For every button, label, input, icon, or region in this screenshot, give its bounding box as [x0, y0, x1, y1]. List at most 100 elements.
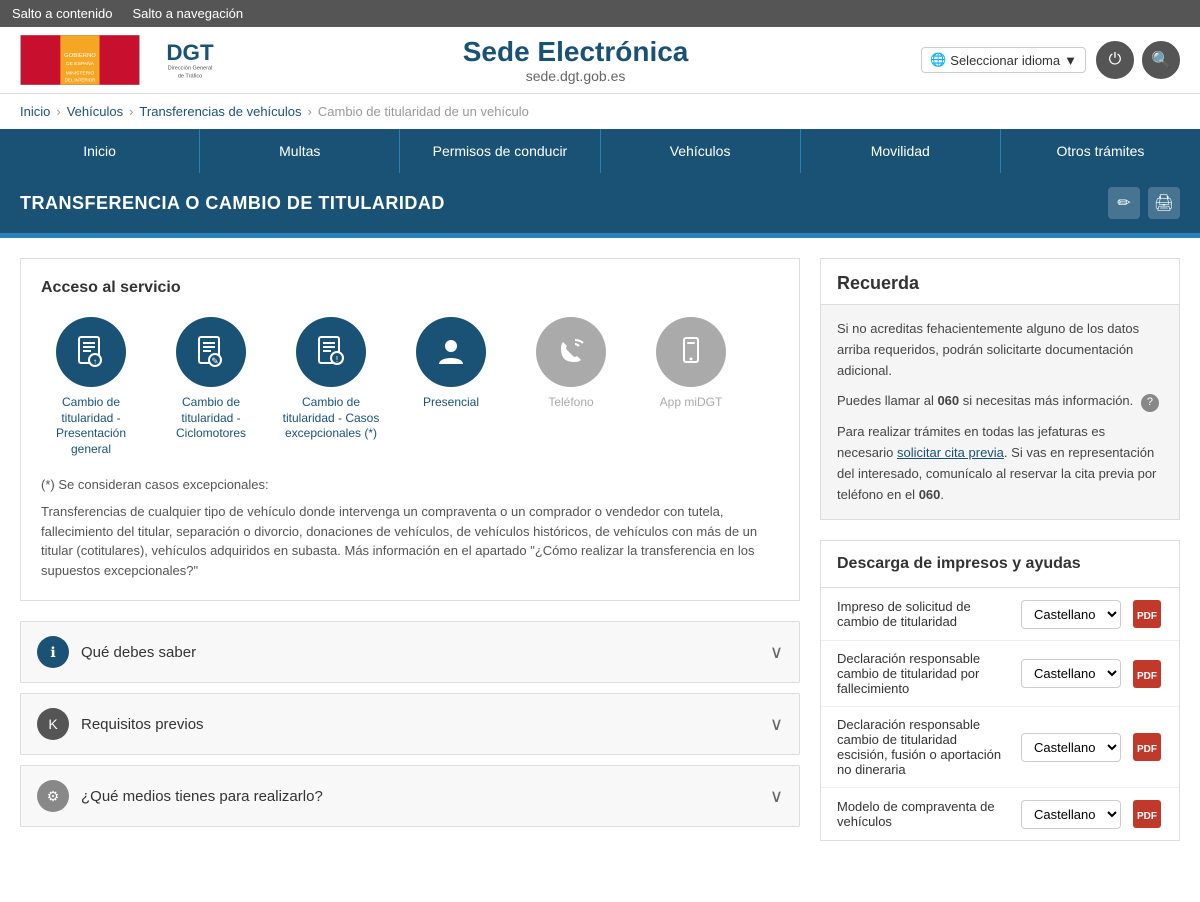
- breadcrumb-vehiculos[interactable]: Vehículos: [67, 104, 123, 119]
- skip-to-nav[interactable]: Salto a navegación: [132, 6, 243, 21]
- left-column: Acceso al servicio ↑ Cambio de titularid…: [20, 258, 800, 841]
- recuerda-card: Recuerda Si no acreditas fehacientemente…: [820, 258, 1180, 520]
- breadcrumb-transferencias[interactable]: Transferencias de vehículos: [139, 104, 301, 119]
- descarga-select-1[interactable]: Castellano: [1021, 600, 1121, 629]
- pdf-download-3[interactable]: PDF: [1131, 731, 1163, 763]
- descarga-card: Descarga de impresos y ayudas Impreso de…: [820, 540, 1180, 841]
- accordion-requisitos: K Requisitos previos ∨: [20, 693, 800, 755]
- descarga-label-4: Modelo de compraventa de vehículos: [837, 799, 1011, 829]
- svg-text:GOBIERNO: GOBIERNO: [64, 53, 96, 59]
- label-excepcionales: Cambio de titularidad - Casos excepciona…: [281, 395, 381, 442]
- service-icon-presencial[interactable]: Presencial: [401, 317, 501, 457]
- svg-text:de Tráfico: de Tráfico: [178, 74, 203, 80]
- nav-permisos[interactable]: Permisos de conducir: [400, 129, 600, 173]
- descarga-select-2[interactable]: Castellano: [1021, 659, 1121, 688]
- icon-circle-telefono: [536, 317, 606, 387]
- print-button[interactable]: 🖨: [1148, 187, 1180, 219]
- chevron-down-icon-3: ∨: [770, 786, 783, 807]
- header-icon-buttons: ⏻ 🔍: [1096, 41, 1180, 79]
- google-translate-icon: 🌐: [930, 52, 946, 68]
- descarga-row-3: Declaración responsable cambio de titula…: [821, 707, 1179, 788]
- descarga-label-3: Declaración responsable cambio de titula…: [837, 717, 1011, 777]
- service-icon-excepcionales[interactable]: ! Cambio de titularidad - Casos excepcio…: [281, 317, 381, 457]
- pdf-download-1[interactable]: PDF: [1131, 598, 1163, 630]
- language-selector[interactable]: 🌐 Seleccionar idioma ▼: [921, 47, 1086, 73]
- skip-links: Salto a contenido Salto a navegación: [0, 0, 1200, 27]
- help-icon[interactable]: ?: [1141, 394, 1159, 412]
- nav-vehiculos[interactable]: Vehículos: [601, 129, 801, 173]
- recuerda-num-060-1: 060: [937, 393, 959, 408]
- recuerda-content: Si no acreditas fehacientemente alguno d…: [821, 304, 1179, 519]
- sede-url: sede.dgt.gob.es: [250, 68, 901, 84]
- recuerda-p1: Si no acreditas fehacientemente alguno d…: [837, 319, 1163, 381]
- icon-circle-presencial: [416, 317, 486, 387]
- service-icon-presentacion[interactable]: ↑ Cambio de titularidad - Presentación g…: [41, 317, 141, 457]
- svg-text:PDF: PDF: [1137, 744, 1157, 755]
- skip-to-content[interactable]: Salto a contenido: [12, 6, 112, 21]
- recuerda-p3: Para realizar trámites en todas las jefa…: [837, 422, 1163, 505]
- edit-button[interactable]: ✏: [1108, 187, 1140, 219]
- service-access-title: Acceso al servicio: [41, 279, 779, 297]
- descarga-label-2: Declaración responsable cambio de titula…: [837, 651, 1011, 696]
- service-icon-midgt[interactable]: App miDGT: [641, 317, 741, 457]
- nav-inicio[interactable]: Inicio: [0, 129, 200, 173]
- page-title-icons: ✏ 🖨: [1108, 187, 1180, 219]
- service-icon-telefono[interactable]: Teléfono: [521, 317, 621, 457]
- breadcrumb-sep-1: ›: [56, 104, 60, 119]
- label-presencial: Presencial: [423, 395, 479, 411]
- service-icon-ciclomotores[interactable]: ✎ Cambio de titularidad - Ciclomotores: [161, 317, 261, 457]
- breadcrumb-current: Cambio de titularidad de un vehículo: [318, 104, 529, 119]
- service-icons-grid: ↑ Cambio de titularidad - Presentación g…: [41, 317, 779, 457]
- descarga-title: Descarga de impresos y ayudas: [821, 541, 1179, 588]
- nav-movilidad[interactable]: Movilidad: [801, 129, 1001, 173]
- accordion-header-requisitos[interactable]: K Requisitos previos ∨: [21, 694, 799, 754]
- sede-heading: Sede Electrónica: [250, 36, 901, 68]
- accordion-title-que-debes-saber: Qué debes saber: [81, 644, 758, 661]
- accordion-header-medios[interactable]: ⚙ ¿Qué medios tienes para realizarlo? ∨: [21, 766, 799, 826]
- nav-otros[interactable]: Otros trámites: [1001, 129, 1200, 173]
- pdf-download-4[interactable]: PDF: [1131, 798, 1163, 830]
- recuerda-p2: Puedes llamar al 060 si necesitas más in…: [837, 391, 1163, 412]
- icon-circle-ciclomotores: ✎: [176, 317, 246, 387]
- svg-text:PDF: PDF: [1137, 811, 1157, 822]
- svg-text:↑: ↑: [93, 357, 97, 366]
- lang-dropdown-icon: ▼: [1064, 53, 1077, 68]
- label-midgt: App miDGT: [660, 395, 723, 411]
- accordion-que-debes-saber: ℹ Qué debes saber ∨: [20, 621, 800, 683]
- accordion-header-que-debes-saber[interactable]: ℹ Qué debes saber ∨: [21, 622, 799, 682]
- header-tools: 🌐 Seleccionar idioma ▼ ⏻ 🔍: [921, 41, 1180, 79]
- blue-separator: [0, 233, 1200, 238]
- page-title: TRANSFERENCIA O CAMBIO DE TITULARIDAD: [20, 193, 445, 214]
- svg-text:MINISTERIO: MINISTERIO: [66, 71, 95, 77]
- descarga-select-3[interactable]: Castellano: [1021, 733, 1121, 762]
- dgt-logo: DGT Dirección General de Tráfico: [150, 35, 230, 85]
- excepcionales-note-text: Transferencias de cualquier tipo de vehí…: [41, 502, 779, 580]
- chevron-down-icon-2: ∨: [770, 714, 783, 735]
- lang-label: Seleccionar idioma: [950, 53, 1060, 68]
- breadcrumb-sep-3: ›: [308, 104, 312, 119]
- service-access-card: Acceso al servicio ↑ Cambio de titularid…: [20, 258, 800, 601]
- label-telefono: Teléfono: [548, 395, 593, 411]
- nav-multas[interactable]: Multas: [200, 129, 400, 173]
- cita-previa-link[interactable]: solicitar cita previa: [897, 445, 1004, 460]
- svg-text:!: !: [336, 355, 338, 364]
- icon-circle-midgt: [656, 317, 726, 387]
- breadcrumb-inicio[interactable]: Inicio: [20, 104, 50, 119]
- right-column: Recuerda Si no acreditas fehacientemente…: [820, 258, 1180, 841]
- label-ciclomotores: Cambio de titularidad - Ciclomotores: [161, 395, 261, 442]
- gobierno-logo: GOBIERNO DE ESPAÑA MINISTERIO DEL INTERI…: [20, 35, 140, 85]
- chevron-down-icon-1: ∨: [770, 642, 783, 663]
- descarga-row-4: Modelo de compraventa de vehículos Caste…: [821, 788, 1179, 840]
- pdf-download-2[interactable]: PDF: [1131, 658, 1163, 690]
- accordion-title-medios: ¿Qué medios tienes para realizarlo?: [81, 788, 758, 805]
- descarga-select-4[interactable]: Castellano: [1021, 800, 1121, 829]
- svg-text:✎: ✎: [211, 356, 219, 366]
- descarga-label-1: Impreso de solicitud de cambio de titula…: [837, 599, 1011, 629]
- main-layout: Acceso al servicio ↑ Cambio de titularid…: [0, 258, 1200, 861]
- icon-circle-presentacion: ↑: [56, 317, 126, 387]
- search-icon-button[interactable]: 🔍: [1142, 41, 1180, 79]
- label-presentacion: Cambio de titularidad - Presentación gen…: [41, 395, 141, 457]
- excepcionales-note-title: (*) Se consideran casos excepcionales:: [41, 477, 779, 492]
- descarga-row-2: Declaración responsable cambio de titula…: [821, 641, 1179, 707]
- user-icon-button[interactable]: ⏻: [1096, 41, 1134, 79]
